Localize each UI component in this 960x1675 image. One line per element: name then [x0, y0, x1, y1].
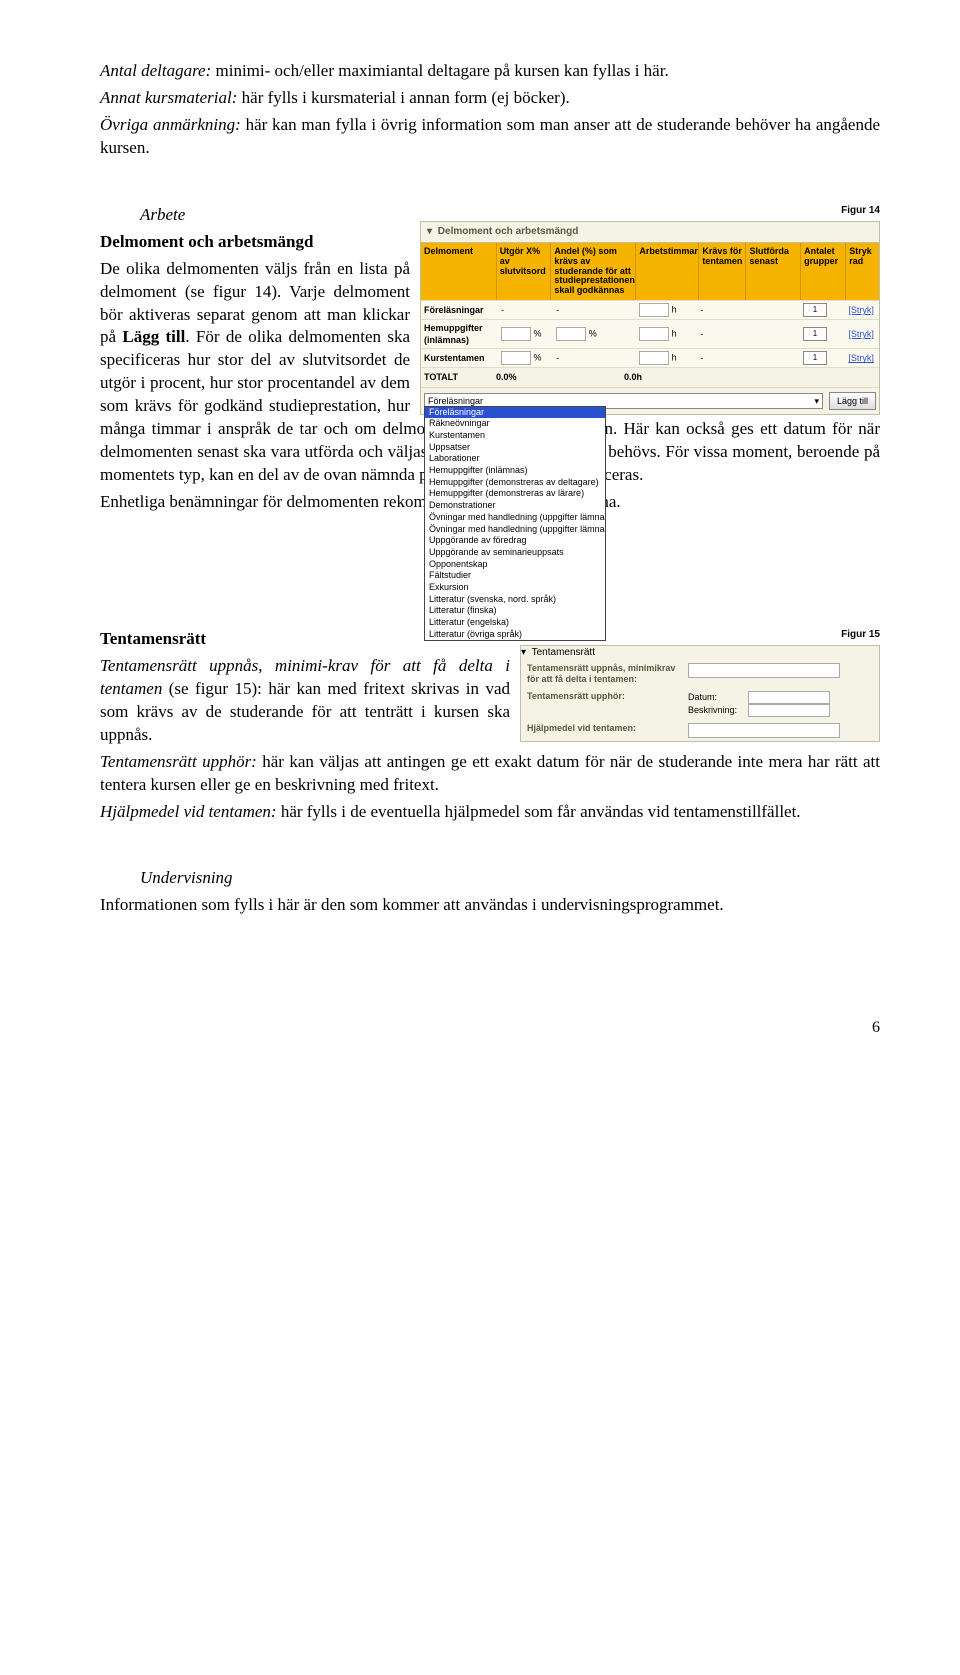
- fig15-panel-title: ▾ Tentamensrätt: [521, 646, 879, 660]
- stryk-link[interactable]: [Stryk]: [848, 329, 874, 339]
- hours-input[interactable]: [639, 303, 669, 317]
- pct-input[interactable]: [501, 351, 531, 365]
- datum-input[interactable]: [748, 691, 830, 704]
- col-utgor: Utgör X% av slutvitsord: [497, 243, 552, 300]
- intro-p3: Övriga anmärkning: här kan man fylla i ö…: [100, 114, 880, 160]
- pct-input[interactable]: [556, 327, 586, 341]
- col-andel: Andel (%) som krävs av studerande för at…: [551, 243, 636, 300]
- dropdown-option[interactable]: Hemuppgifter (inlämnas): [425, 465, 605, 477]
- dropdown-option[interactable]: Kurstentamen: [425, 430, 605, 442]
- dropdown-option[interactable]: Uppgörande av föredrag: [425, 535, 605, 547]
- dropdown-option[interactable]: Fältstudier: [425, 570, 605, 582]
- table-row: Föreläsningar - - h - 1 [Stryk]: [421, 300, 879, 319]
- field-upphor: Tentamensrätt upphör: Datum: Beskrivning…: [521, 688, 879, 720]
- field-hjalpmedel: Hjälpmedel vid tentamen:: [521, 720, 879, 741]
- add-row: Föreläsningar ▾ Lägg till FöreläsningarR…: [421, 387, 879, 414]
- col-stryk: Stryk rad: [846, 243, 879, 300]
- table-row: Hemuppgifter (inlämnas) % % h - 1 [Stryk…: [421, 319, 879, 348]
- group-select[interactable]: 1: [803, 303, 827, 317]
- field-uppnas: Tentamensrätt uppnås, minimikrav för att…: [521, 660, 879, 688]
- dropdown-option[interactable]: Exkursion: [425, 582, 605, 594]
- fig14-table-head: Delmoment Utgör X% av slutvitsord Andel …: [421, 243, 879, 300]
- figure-14: Figur 14 ▾ Delmoment och arbetsmängd Del…: [420, 204, 880, 415]
- pct-input[interactable]: [501, 327, 531, 341]
- dropdown-option[interactable]: Räkneövningar: [425, 418, 605, 430]
- chevron-down-icon: ▾: [814, 395, 819, 407]
- stryk-link[interactable]: [Stryk]: [848, 305, 874, 315]
- figure-15-block: Figur 15 ▾ Tentamensrätt Tentamensrätt u…: [100, 628, 880, 828]
- hours-input[interactable]: [639, 327, 669, 341]
- dropdown-option[interactable]: Övningar med handledning (uppgifter lämn…: [425, 524, 605, 536]
- intro-p2: Annat kursmaterial: här fylls i kursmate…: [100, 87, 880, 110]
- undervisning-heading: Undervisning: [100, 867, 880, 890]
- col-slutforda: Slutförda senast: [746, 243, 801, 300]
- col-antalet: Antalet grupper: [801, 243, 846, 300]
- fig15-p2: Tentamensrätt upphör: här kan väljas att…: [100, 751, 880, 797]
- stryk-link[interactable]: [Stryk]: [848, 353, 874, 363]
- col-arbetstimmar: Arbetstimmar: [636, 243, 699, 300]
- col-kravs: Krävs för tentamen: [699, 243, 746, 300]
- intro-p1-italic: Antal deltagare:: [100, 61, 211, 80]
- dropdown-option[interactable]: Övningar med handledning (uppgifter lämn…: [425, 512, 605, 524]
- uppnas-input[interactable]: [688, 663, 840, 678]
- intro-p2-rest: här fylls i kursmaterial i annan form (e…: [237, 88, 569, 107]
- group-select[interactable]: 1: [803, 351, 827, 365]
- dropdown-option[interactable]: Demonstrationer: [425, 500, 605, 512]
- dropdown-option[interactable]: Litteratur (övriga språk): [425, 629, 605, 641]
- hjalpmedel-input[interactable]: [688, 723, 840, 738]
- dropdown-option[interactable]: Hemuppgifter (demonstreras av lärare): [425, 488, 605, 500]
- fig14-panel-title: ▾ Delmoment och arbetsmängd: [421, 222, 879, 243]
- total-row: TOTALT 0.0% 0.0h: [421, 367, 879, 386]
- figure-15: Figur 15 ▾ Tentamensrätt Tentamensrätt u…: [520, 628, 880, 742]
- dropdown-option[interactable]: Hemuppgifter (demonstreras av deltagare): [425, 477, 605, 489]
- dropdown-option[interactable]: Uppgörande av seminarieuppsats: [425, 547, 605, 559]
- dropdown-option[interactable]: Uppsatser: [425, 442, 605, 454]
- dropdown-option[interactable]: Laborationer: [425, 453, 605, 465]
- intro-p2-italic: Annat kursmaterial:: [100, 88, 237, 107]
- intro-p3-italic: Övriga anmärkning:: [100, 115, 241, 134]
- col-delmoment: Delmoment: [421, 243, 497, 300]
- intro-p1-rest: minimi- och/eller maximiantal deltagare …: [211, 61, 668, 80]
- figure-14-block: Figur 14 ▾ Delmoment och arbetsmängd Del…: [100, 204, 880, 518]
- delmoment-dropdown[interactable]: FöreläsningarRäkneövningarKurstentamenUp…: [424, 406, 606, 642]
- fig15-p3: Hjälpmedel vid tentamen: här fylls i de …: [100, 801, 880, 824]
- hours-input[interactable]: [639, 351, 669, 365]
- dropdown-option[interactable]: Opponentskap: [425, 559, 605, 571]
- lagg-till-button[interactable]: Lägg till: [829, 392, 876, 410]
- undervisning-body: Informationen som fylls i här är den som…: [100, 894, 880, 917]
- dropdown-option[interactable]: Litteratur (svenska, nord. språk): [425, 594, 605, 606]
- table-row: Kurstentamen % - h - 1 [Stryk]: [421, 348, 879, 367]
- figure-14-label: Figur 14: [420, 204, 880, 218]
- dropdown-option[interactable]: Litteratur (engelska): [425, 617, 605, 629]
- group-select[interactable]: 1: [803, 327, 827, 341]
- intro-p1: Antal deltagare: minimi- och/eller maxim…: [100, 60, 880, 83]
- beskrivning-input[interactable]: [748, 704, 830, 717]
- page-number: 6: [100, 1017, 880, 1039]
- dropdown-option[interactable]: Föreläsningar: [425, 407, 605, 419]
- dropdown-option[interactable]: Litteratur (finska): [425, 605, 605, 617]
